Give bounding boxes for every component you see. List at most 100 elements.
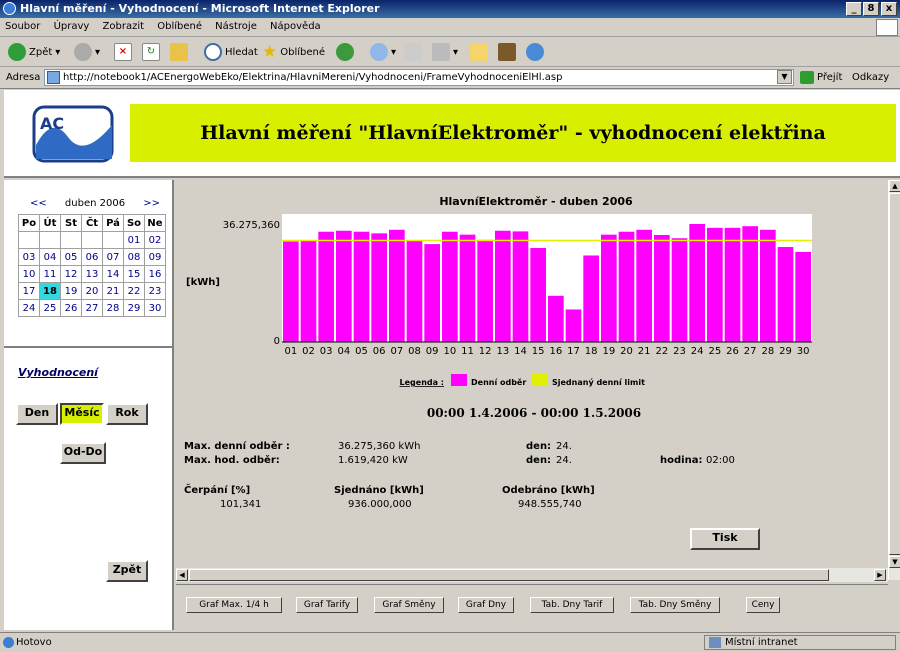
folder-button[interactable] (470, 42, 488, 62)
od-do-button[interactable]: Od-Do (60, 442, 106, 464)
vertical-scrollbar[interactable]: ▲ ▼ (888, 180, 900, 580)
scroll-left-arrow-icon[interactable]: ◀ (176, 569, 188, 581)
zpet-button[interactable]: Zpět (106, 560, 148, 582)
calendar-day[interactable]: 30 (144, 299, 166, 317)
edit-button[interactable]: ▾ (432, 42, 458, 62)
calendar-day[interactable]: 27 (81, 299, 103, 317)
next-month-link[interactable]: >> (143, 198, 160, 209)
graf-smeny-button[interactable]: Graf Směny (374, 597, 444, 613)
calendar-day[interactable]: 01 (123, 231, 145, 249)
den-button[interactable]: Den (16, 403, 58, 425)
max-hod-value: 1.619,420 kW (338, 455, 408, 466)
calendar-day[interactable]: 03 (18, 248, 40, 266)
dropdown-arrow-icon: ▾ (55, 46, 61, 58)
calendar-day[interactable]: 09 (144, 248, 166, 266)
calendar-day[interactable]: 16 (144, 265, 166, 283)
calendar-day[interactable]: 25 (39, 299, 61, 317)
x-tick-label: 06 (373, 346, 386, 357)
minimize-button[interactable]: _ (846, 2, 862, 16)
calendar-day[interactable]: 11 (39, 265, 61, 283)
status-bar: Hotovo Místní intranet (0, 632, 900, 652)
calendar-day (60, 231, 82, 249)
calendar-day[interactable]: 29 (123, 299, 145, 317)
favorites-button[interactable]: ★ Oblíbené (262, 42, 325, 62)
menu-nastroje[interactable]: Nástroje (210, 18, 262, 35)
calendar-day[interactable]: 08 (123, 248, 145, 266)
links-button[interactable]: Odkazy (852, 72, 889, 83)
media-button[interactable] (336, 42, 354, 62)
ac-logo: AC (32, 105, 114, 163)
go-button[interactable]: Přejít (800, 71, 842, 84)
back-button[interactable]: Zpět ▾ (8, 42, 60, 62)
max-denni-den: 24. (556, 441, 572, 452)
prev-month-link[interactable]: << (30, 198, 47, 209)
bar-14 (512, 231, 529, 342)
calendar-day[interactable]: 22 (123, 282, 145, 300)
history-button[interactable]: ▾ (370, 42, 396, 62)
max-hod-label: Max. hod. odběr: (184, 455, 280, 466)
calendar-day[interactable]: 17 (18, 282, 40, 300)
odebrano-label: Odebráno [kWh] (502, 485, 595, 496)
calendar-day[interactable]: 21 (102, 282, 124, 300)
scroll-down-arrow-icon[interactable]: ▼ (889, 556, 900, 568)
home-button[interactable] (170, 42, 188, 62)
calendar-day[interactable]: 07 (102, 248, 124, 266)
ceny-button[interactable]: Ceny (746, 597, 780, 613)
vertical-scroll-thumb[interactable] (889, 193, 900, 555)
scroll-up-arrow-icon[interactable]: ▲ (889, 180, 900, 192)
x-tick-label: 07 (390, 346, 403, 357)
calendar-day[interactable]: 12 (60, 265, 82, 283)
refresh-button[interactable]: ↻ (142, 42, 160, 62)
max-hod-den: 24. (556, 455, 572, 466)
address-dropdown-button[interactable]: ▼ (777, 70, 792, 84)
menu-zobrazit[interactable]: Zobrazit (98, 18, 150, 35)
forward-button[interactable]: ▾ (74, 42, 100, 62)
maximize-button[interactable]: 8 (863, 2, 879, 16)
search-button[interactable]: Hledat (204, 42, 258, 62)
calendar-day[interactable]: 20 (81, 282, 103, 300)
tab-dny-tarif-button[interactable]: Tab. Dny Tarif (530, 597, 614, 613)
calendar-day[interactable]: 23 (144, 282, 166, 300)
menu-napoveda[interactable]: Nápověda (265, 18, 326, 35)
x-tick-label: 13 (496, 346, 509, 357)
close-button[interactable]: x (881, 2, 897, 16)
toolbar: Zpět ▾ ▾ × ↻ Hledat ★ Oblíbené ▾ ▾ (0, 37, 900, 67)
tab-dny-smeny-button[interactable]: Tab. Dny Směny (630, 597, 720, 613)
horizontal-scroll-thumb[interactable] (189, 569, 829, 581)
address-url: http://notebook1/ACEnergoWebEko/Elektrin… (63, 72, 563, 83)
graf-dny-button[interactable]: Graf Dny (458, 597, 514, 613)
messenger-button[interactable] (526, 42, 544, 62)
rok-button[interactable]: Rok (106, 403, 148, 425)
tisk-button[interactable]: Tisk (690, 528, 760, 550)
calendar-day[interactable]: 05 (60, 248, 82, 266)
calendar-day[interactable]: 19 (60, 282, 82, 300)
menu-soubor[interactable]: Soubor (0, 18, 45, 35)
calendar-day[interactable]: 26 (60, 299, 82, 317)
section-title-vyhodnoceni[interactable]: Vyhodnocení (18, 366, 98, 379)
menu-upravy[interactable]: Úpravy (49, 18, 95, 35)
menu-oblibene[interactable]: Oblíbené (152, 18, 207, 35)
calendar-day[interactable]: 10 (18, 265, 40, 283)
print-button[interactable] (404, 42, 422, 62)
calendar-day[interactable]: 13 (81, 265, 103, 283)
calendar-day[interactable]: 06 (81, 248, 103, 266)
bar-13 (495, 230, 511, 342)
calendar-day[interactable]: 28 (102, 299, 124, 317)
graf-tarify-button[interactable]: Graf Tarify (296, 597, 358, 613)
calendar-day[interactable]: 24 (18, 299, 40, 317)
calendar-day-today[interactable]: 18 (39, 282, 61, 300)
stop-button[interactable]: × (114, 42, 132, 62)
horizontal-scrollbar[interactable]: ◀ ▶ (176, 568, 888, 582)
calendar-day[interactable]: 02 (144, 231, 166, 249)
sjednano-label: Sjednáno [kWh] (334, 485, 424, 496)
calendar-day[interactable]: 14 (102, 265, 124, 283)
calendar-day[interactable]: 15 (123, 265, 145, 283)
scroll-right-arrow-icon[interactable]: ▶ (874, 569, 886, 581)
address-bar: Adresa http://notebook1/ACEnergoWebEko/E… (0, 67, 900, 89)
research-button[interactable] (498, 42, 516, 62)
graf-max-button[interactable]: Graf Max. 1/4 h (186, 597, 282, 613)
address-input[interactable]: http://notebook1/ACEnergoWebEko/Elektrin… (44, 69, 794, 86)
mesic-button[interactable]: Měsíc (60, 403, 104, 425)
calendar-day[interactable]: 04 (39, 248, 61, 266)
calendar-day (102, 231, 124, 249)
